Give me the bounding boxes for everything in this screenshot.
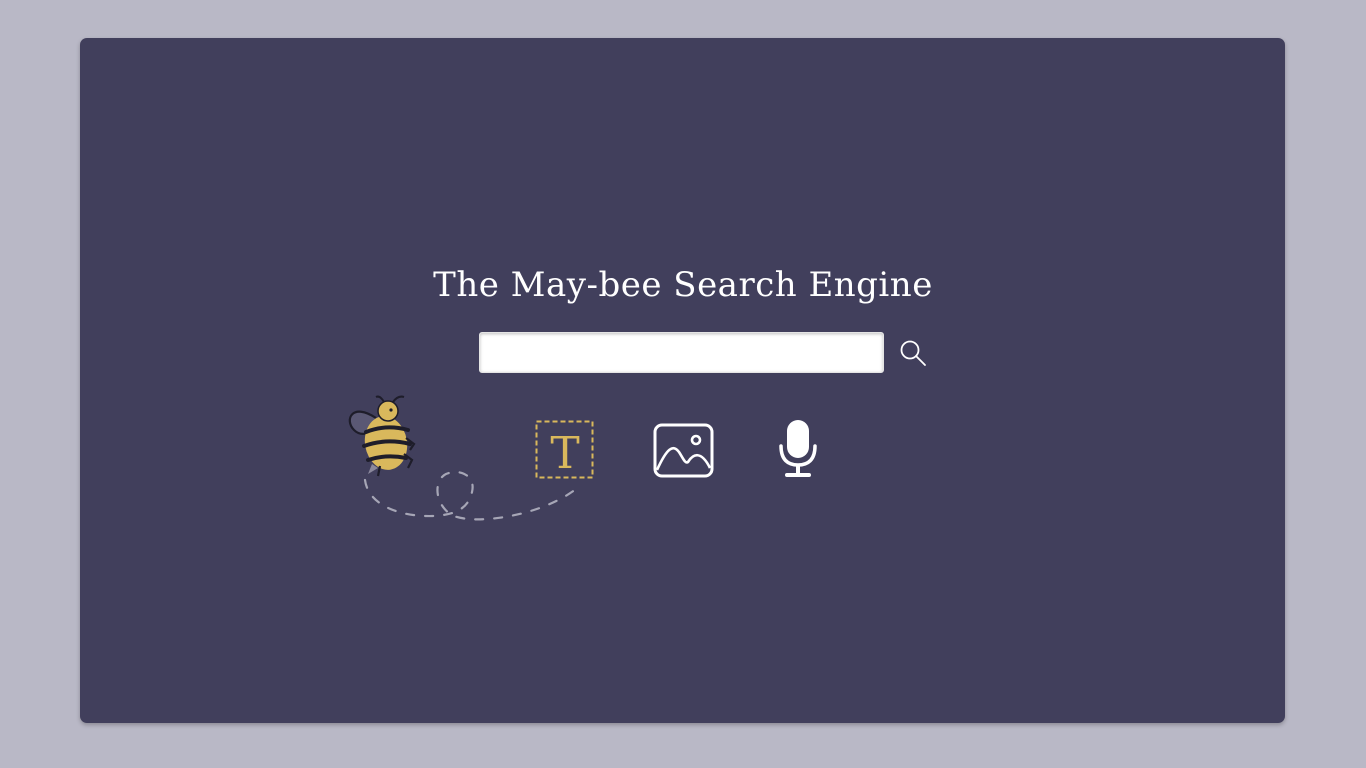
search-button[interactable] [896, 336, 930, 370]
microphone-icon [779, 420, 817, 477]
image-icon [653, 423, 714, 478]
image-search-button[interactable] [653, 418, 715, 480]
main-card [80, 38, 1285, 723]
page-title: The May-bee Search Engine [433, 265, 933, 305]
text-icon: T [535, 420, 594, 479]
svg-text:T: T [550, 428, 579, 479]
voice-search-button[interactable] [768, 418, 830, 480]
text-search-button[interactable]: T [534, 418, 596, 480]
search-icon [900, 340, 926, 366]
search-input[interactable] [479, 332, 884, 373]
